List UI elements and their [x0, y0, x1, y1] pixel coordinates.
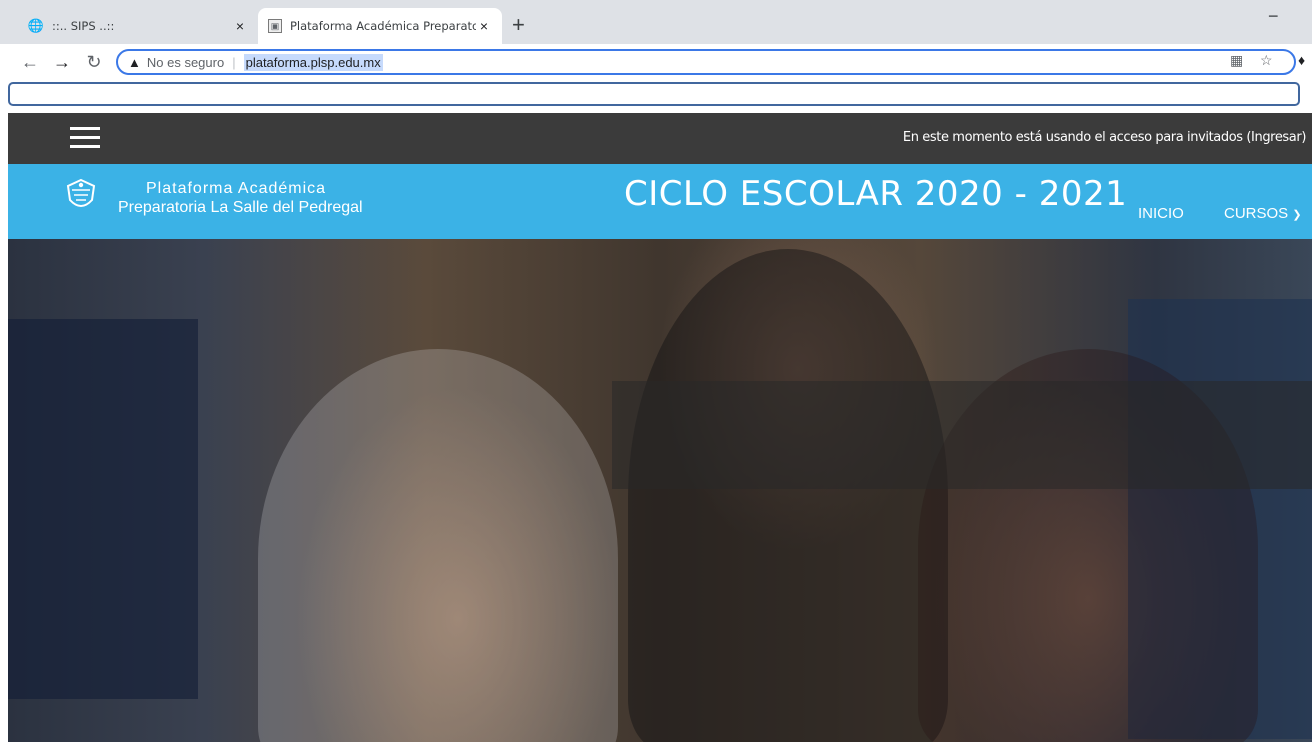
browser-tab-sips[interactable]: 🌐 ::.. SIPS ..:: ×	[18, 8, 258, 44]
warning-icon[interactable]: ▲	[128, 55, 141, 70]
menu-hamburger-icon[interactable]	[70, 127, 100, 149]
page-favicon-icon: ▣	[268, 19, 282, 33]
url-text[interactable]: plataforma.plsp.edu.mx	[243, 53, 383, 71]
bulletin-board	[8, 319, 198, 699]
teacher-center	[628, 249, 948, 742]
close-tab-icon[interactable]: ×	[476, 18, 492, 34]
minimize-window-button[interactable]: −	[1268, 6, 1279, 27]
hero-banner-image	[8, 239, 1312, 742]
nav-inicio-link[interactable]: INICIO	[1138, 205, 1184, 222]
tab-title: Plataforma Académica Preparato	[290, 19, 476, 33]
brand-title[interactable]: Plataforma Académica	[146, 180, 326, 198]
qr-code-icon[interactable]: ▦	[1230, 52, 1243, 69]
new-tab-button[interactable]: +	[512, 14, 525, 36]
school-crest-icon[interactable]	[64, 178, 98, 214]
tab-title: ::.. SIPS ..::	[52, 19, 115, 33]
security-label[interactable]: No es seguro	[147, 55, 224, 70]
find-input[interactable]	[8, 82, 1300, 106]
student-left	[258, 349, 618, 742]
globe-icon: 🌐	[27, 18, 45, 33]
browser-tab-plataforma[interactable]: ▣ Plataforma Académica Preparato ×	[258, 8, 502, 44]
reload-icon[interactable]: ↻	[82, 50, 106, 74]
extension-puzzle-icon[interactable]: ♦	[1298, 52, 1305, 68]
chevron-down-icon: ❯	[1292, 209, 1302, 221]
brand-subtitle[interactable]: Preparatoria La Salle del Pedregal	[118, 199, 363, 217]
back-arrow-icon[interactable]: ←	[18, 50, 42, 74]
bookmark-star-icon[interactable]: ☆	[1260, 52, 1273, 69]
close-tab-icon[interactable]: ×	[232, 18, 248, 34]
forward-arrow-icon[interactable]: →	[50, 50, 74, 74]
hero-title-overlay	[612, 381, 1312, 489]
hero-title: CICLO ESCOLAR 2020 - 2021	[624, 174, 1128, 214]
omnibox-divider: |	[232, 54, 236, 70]
nav-cursos-link[interactable]: CURSOS ❯	[1224, 205, 1302, 222]
browser-tabstrip: 🌐 ::.. SIPS ..:: × ▣ Plataforma Académic…	[0, 0, 1312, 44]
browser-toolbar: ← → ↻ ▲ No es seguro | plataforma.plsp.e…	[0, 44, 1312, 80]
guest-access-notice[interactable]: En este momento está usando el acceso pa…	[903, 130, 1306, 145]
nav-cursos-label: CURSOS	[1224, 205, 1289, 222]
address-bar[interactable]: ▲ No es seguro | plataforma.plsp.edu.mx	[116, 49, 1296, 75]
site-topbar: En este momento está usando el acceso pa…	[8, 113, 1312, 164]
